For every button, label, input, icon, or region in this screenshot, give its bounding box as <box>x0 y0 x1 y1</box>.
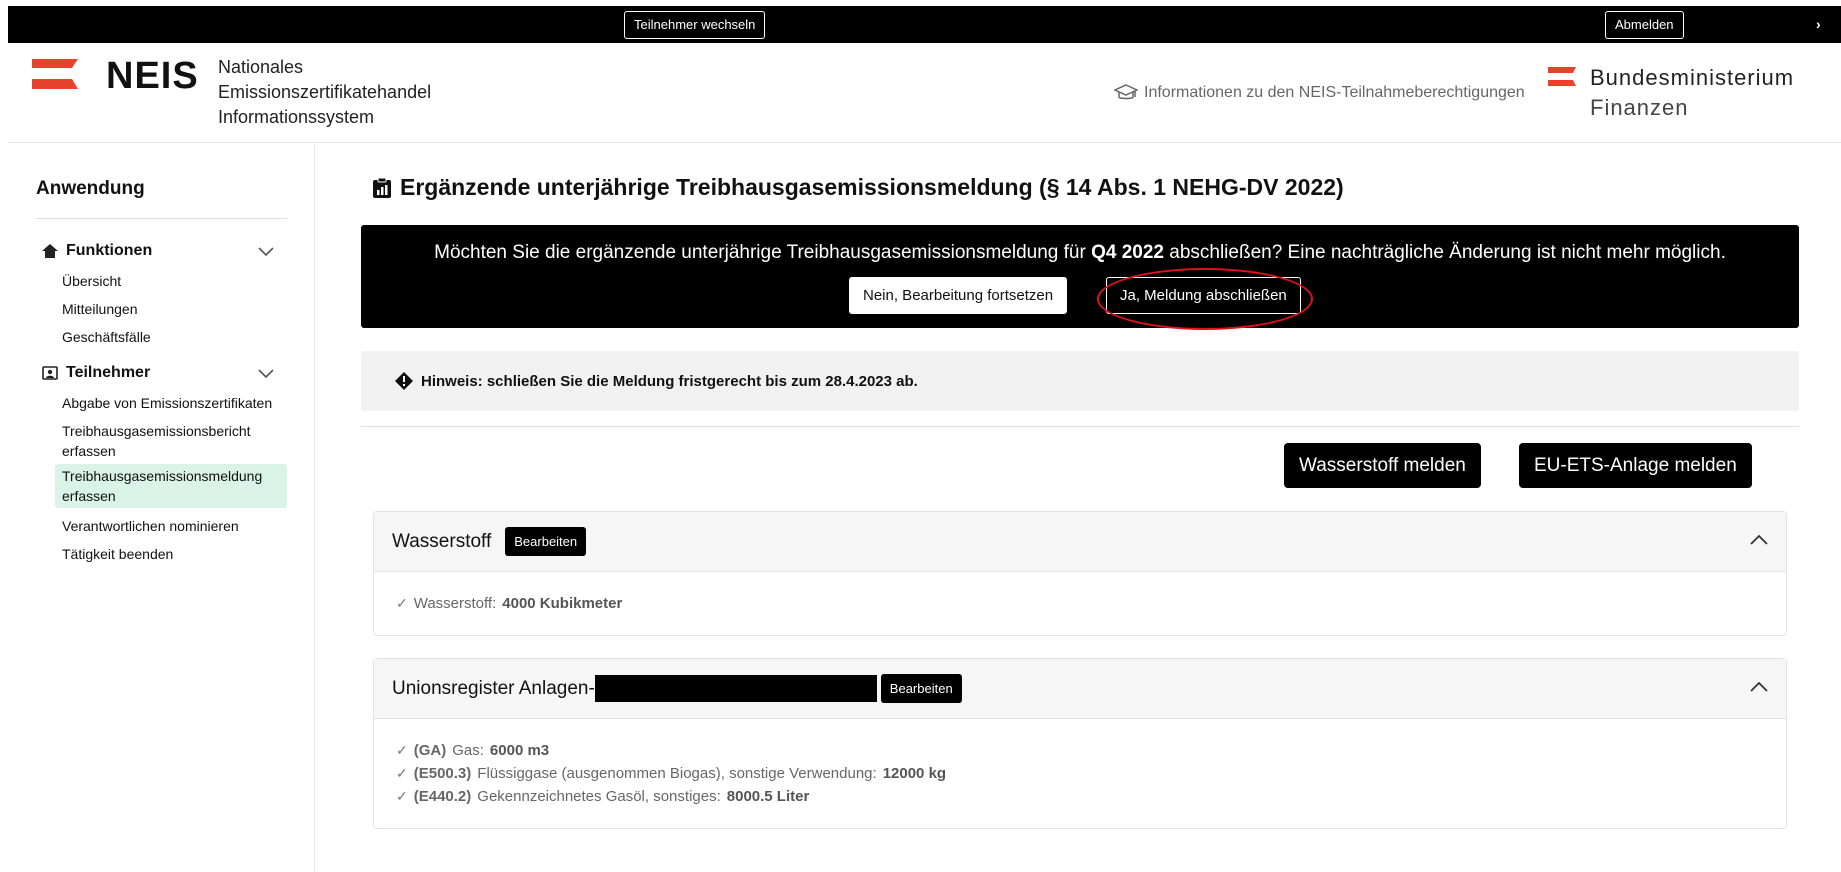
sidebar-item-bericht-erfassen[interactable]: Treibhausgasemissionsbericht erfassen <box>55 421 287 461</box>
sidebar-item-uebersicht[interactable]: Übersicht <box>55 271 287 291</box>
neis-subtitle-line: Nationales <box>218 57 304 77</box>
check-icon: ✓ <box>396 742 408 758</box>
row-label: Flüssiggase (ausgenommen Biogas), sonsti… <box>477 765 877 782</box>
row-label: Gas: <box>452 742 484 759</box>
eligibility-info-label[interactable]: Informationen zu den NEIS-Teilnahmeberec… <box>1144 84 1525 102</box>
chevron-right-icon[interactable]: › <box>1816 16 1821 32</box>
edit-hydrogen-button[interactable]: Bearbeiten <box>505 527 587 556</box>
confirm-dialog-banner: Möchten Sie die ergänzende unterjährige … <box>361 225 1799 328</box>
row-label: Wasserstoff: <box>413 595 497 612</box>
graduation-cap-icon <box>1114 84 1138 100</box>
deadline-hint: Hinweis: schließen Sie die Meldung frist… <box>361 351 1799 411</box>
chevron-up-icon[interactable] <box>1750 529 1768 552</box>
row-value: 8000.5 Liter <box>726 788 810 805</box>
union-registry-panel: Unionsregister Anlagen- Bearbeiten ✓ (GA… <box>373 658 1787 829</box>
sidebar-nav: Anwendung Funktionen Übersicht Mitteilun… <box>0 144 315 872</box>
sidebar-item-nominieren[interactable]: Verantwortlichen nominieren <box>55 516 287 536</box>
neis-logo-text[interactable]: NEIS <box>106 55 199 98</box>
row-code: (E440.2) <box>413 788 472 805</box>
page-title: Ergänzende unterjährige Treibhausgasemis… <box>372 174 1344 201</box>
sidebar-item-meldung-erfassen[interactable]: Treibhausgasemissionsmeldung erfassen <box>55 464 287 508</box>
check-icon: ✓ <box>396 765 408 781</box>
chevron-up-icon[interactable] <box>1750 676 1768 699</box>
row-label: Gekennzeichnetes Gasöl, sonstiges: <box>477 788 721 805</box>
list-item: ✓ (E440.2) Gekennzeichnetes Gasöl, sonst… <box>396 785 1764 808</box>
panel-title: Wasserstoff <box>392 530 492 552</box>
row-value: 6000 m3 <box>489 742 550 759</box>
site-header: NEIS Nationales Emissionszertifikatehand… <box>8 43 1841 143</box>
eligibility-info-link[interactable]: Informationen zu den NEIS-Teilnahmeberec… <box>1114 83 1525 103</box>
sidebar-divider <box>36 218 287 219</box>
neis-logo-flag-icon <box>32 59 78 89</box>
list-item: ✓ (GA) Gas: 6000 m3 <box>396 739 1764 762</box>
ministry-name-line: Finanzen <box>1590 95 1689 120</box>
chevron-down-icon[interactable] <box>258 244 274 260</box>
union-registry-panel-header[interactable]: Unionsregister Anlagen- Bearbeiten <box>374 659 1786 719</box>
confirm-quarter: Q4 2022 <box>1091 242 1164 263</box>
ministry-name-line: Bundesministerium <box>1590 65 1795 90</box>
ministry-logo-text[interactable]: Bundesministerium Finanzen <box>1590 63 1794 123</box>
report-ets-plant-button[interactable]: EU-ETS-Anlage melden <box>1519 443 1752 488</box>
switch-participant-button[interactable]: Teilnehmer wechseln <box>624 11 766 39</box>
row-code: (GA) <box>413 742 447 759</box>
list-item: ✓ Wasserstoff: 4000 Kubikmeter <box>396 592 1764 615</box>
sidebar-item-mitteilungen[interactable]: Mitteilungen <box>55 299 287 319</box>
sidebar-group-teilnehmer[interactable]: Teilnehmer <box>42 364 150 382</box>
user-badge-icon <box>42 366 58 380</box>
neis-subtitle-line: Emissionszertifikatehandel <box>218 82 432 102</box>
report-hydrogen-button[interactable]: Wasserstoff melden <box>1284 443 1481 488</box>
top-bar: Teilnehmer wechseln Abmelden › <box>8 6 1841 43</box>
sidebar-item-abgabe[interactable]: Abgabe von Emissionszertifikaten <box>55 393 287 413</box>
neis-subtitle-line: Informationssystem <box>218 107 375 127</box>
sidebar-item-taetigkeit-beenden[interactable]: Tätigkeit beenden <box>55 544 287 564</box>
list-item: ✓ (E500.3) Flüssiggase (ausgenommen Biog… <box>396 762 1764 785</box>
sidebar-group-label: Funktionen <box>66 242 153 259</box>
section-divider <box>361 426 1799 427</box>
hydrogen-panel: Wasserstoff Bearbeiten ✓ Wasserstoff: 40… <box>373 511 1787 636</box>
edit-union-registry-button[interactable]: Bearbeiten <box>880 674 962 703</box>
row-value: 4000 Kubikmeter <box>502 595 623 612</box>
union-registry-panel-body: ✓ (GA) Gas: 6000 m3 ✓ (E500.3) Flüssigga… <box>374 719 1786 828</box>
check-icon: ✓ <box>396 595 408 611</box>
clipboard-chart-icon <box>373 177 391 198</box>
sidebar-item-geschaeftsfaelle[interactable]: Geschäftsfälle <box>55 327 287 347</box>
chevron-down-icon[interactable] <box>258 366 274 382</box>
home-icon <box>42 244 58 258</box>
redacted-block <box>594 675 877 702</box>
deadline-hint-text: Hinweis: schließen Sie die Meldung frist… <box>421 372 918 390</box>
confirm-message-part: abschließen? Eine nachträgliche Änderung… <box>1163 242 1726 263</box>
page-title-text: Ergänzende unterjährige Treibhausgasemis… <box>400 174 1344 200</box>
neis-subtitle: Nationales Emissionszertifikatehandel In… <box>218 55 431 130</box>
row-code: (E500.3) <box>413 765 472 782</box>
panel-title: Unionsregister Anlagen- <box>392 677 595 699</box>
warning-diamond-icon <box>395 372 413 390</box>
hydrogen-panel-header[interactable]: Wasserstoff Bearbeiten <box>374 512 1786 572</box>
sidebar-group-funktionen[interactable]: Funktionen <box>42 242 152 260</box>
row-value: 12000 kg <box>882 765 947 782</box>
sidebar-title: Anwendung <box>36 178 145 199</box>
ministry-flag-icon <box>1548 67 1576 86</box>
highlight-annotation-ellipse <box>1097 268 1313 330</box>
confirm-message: Möchten Sie die ergänzende unterjährige … <box>361 242 1799 264</box>
sidebar-group-label: Teilnehmer <box>66 364 151 381</box>
check-icon: ✓ <box>396 788 408 804</box>
hydrogen-panel-body: ✓ Wasserstoff: 4000 Kubikmeter <box>374 572 1786 635</box>
confirm-message-part: Möchten Sie die ergänzende unterjährige … <box>434 242 1092 263</box>
logout-button[interactable]: Abmelden <box>1605 11 1684 39</box>
continue-editing-button[interactable]: Nein, Bearbeitung fortsetzen <box>849 277 1068 314</box>
